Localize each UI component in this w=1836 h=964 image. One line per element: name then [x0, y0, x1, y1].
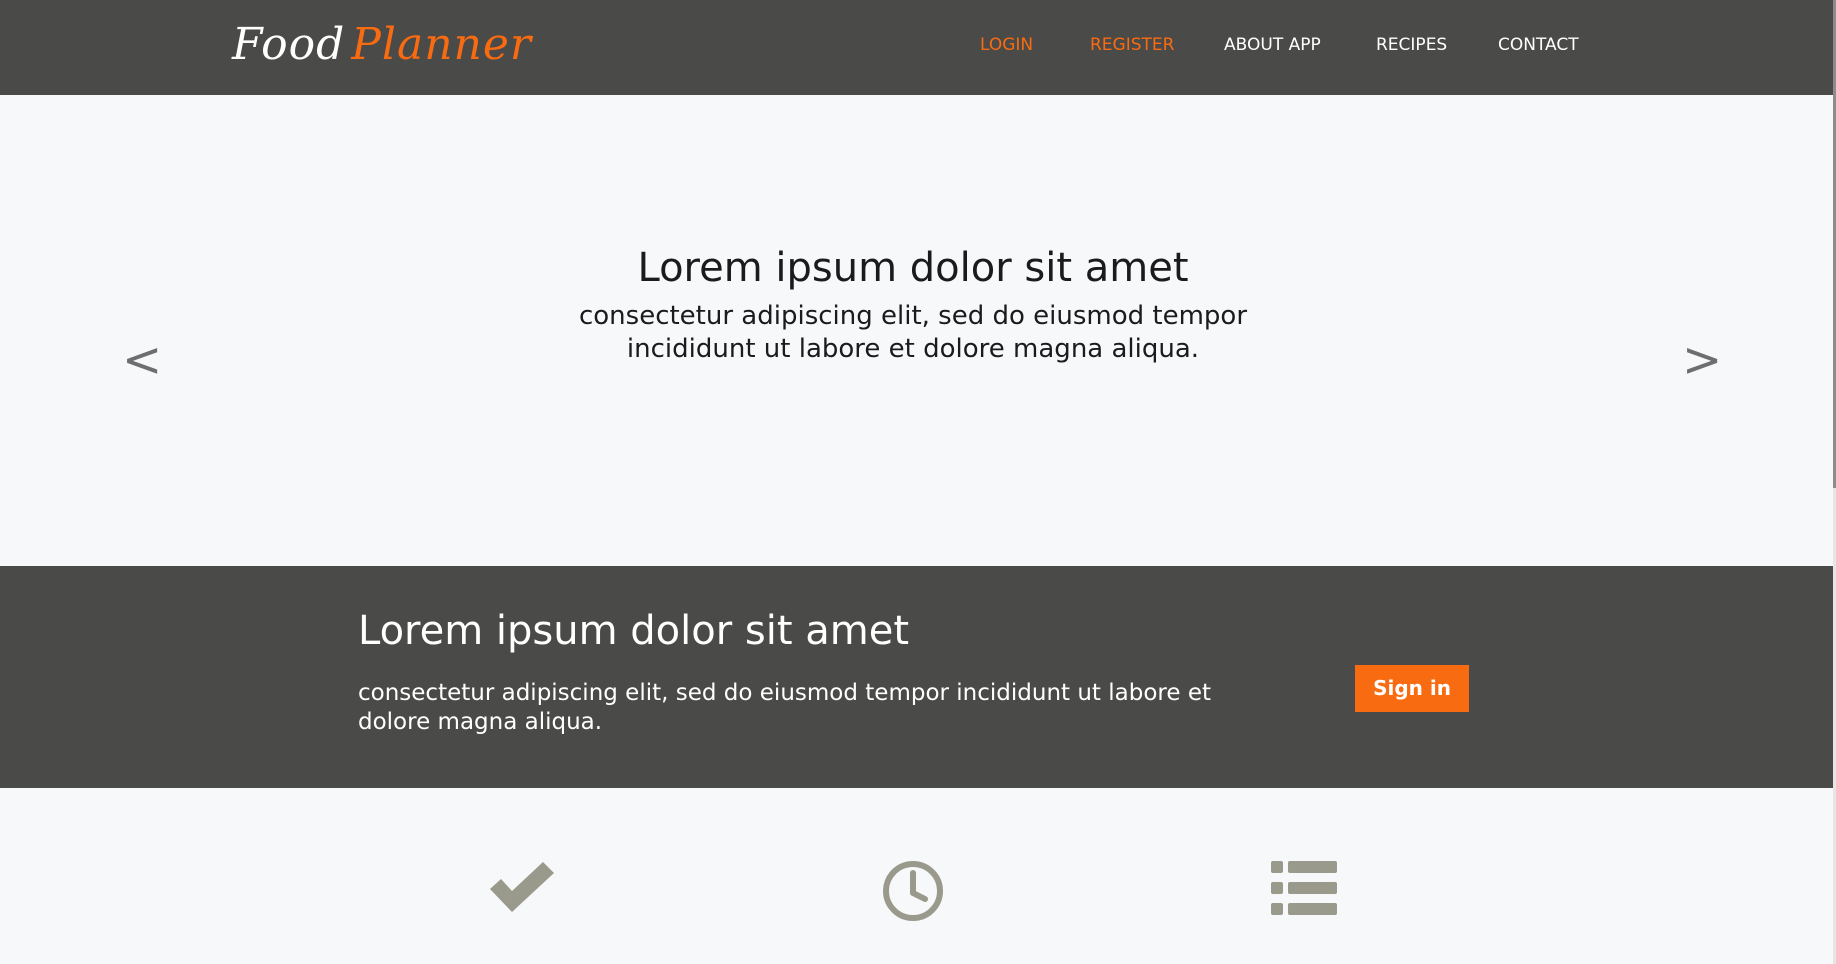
nav-about-app-link[interactable]: ABOUT APP	[1224, 32, 1321, 58]
hero-slider: < Lorem ipsum dolor sit amet consectetur…	[0, 95, 1833, 566]
nav-register-link[interactable]: REGISTER	[1090, 32, 1174, 58]
nav-recipes-link[interactable]: RECIPES	[1376, 32, 1447, 58]
features-row	[0, 788, 1833, 964]
hero-title: Lorem ipsum dolor sit amet	[637, 245, 1189, 291]
top-navbar: Food Planner LOGIN REGISTER ABOUT APP REC…	[0, 0, 1833, 95]
cta-text: consectetur adipiscing elit, sed do eius…	[358, 680, 1211, 735]
hero-text: consectetur adipiscing elit, sed do eius…	[578, 301, 1248, 364]
main-nav: LOGIN REGISTER ABOUT APP RECIPES CONTACT	[0, 32, 1833, 58]
cta-title: Lorem ipsum dolor sit amet	[358, 608, 910, 654]
check-icon	[488, 861, 556, 917]
clock-icon	[881, 859, 945, 927]
sign-in-button[interactable]: Sign in	[1355, 665, 1469, 712]
nav-contact-link[interactable]: CONTACT	[1498, 32, 1579, 58]
slider-prev-arrow[interactable]: <	[122, 335, 162, 385]
nav-login-link[interactable]: LOGIN	[980, 32, 1033, 58]
slider-next-arrow[interactable]: >	[1682, 335, 1722, 385]
list-icon	[1271, 861, 1337, 919]
page: Food Planner LOGIN REGISTER ABOUT APP REC…	[0, 0, 1836, 964]
cta-band: Lorem ipsum dolor sit amet consectetur a…	[0, 566, 1833, 788]
